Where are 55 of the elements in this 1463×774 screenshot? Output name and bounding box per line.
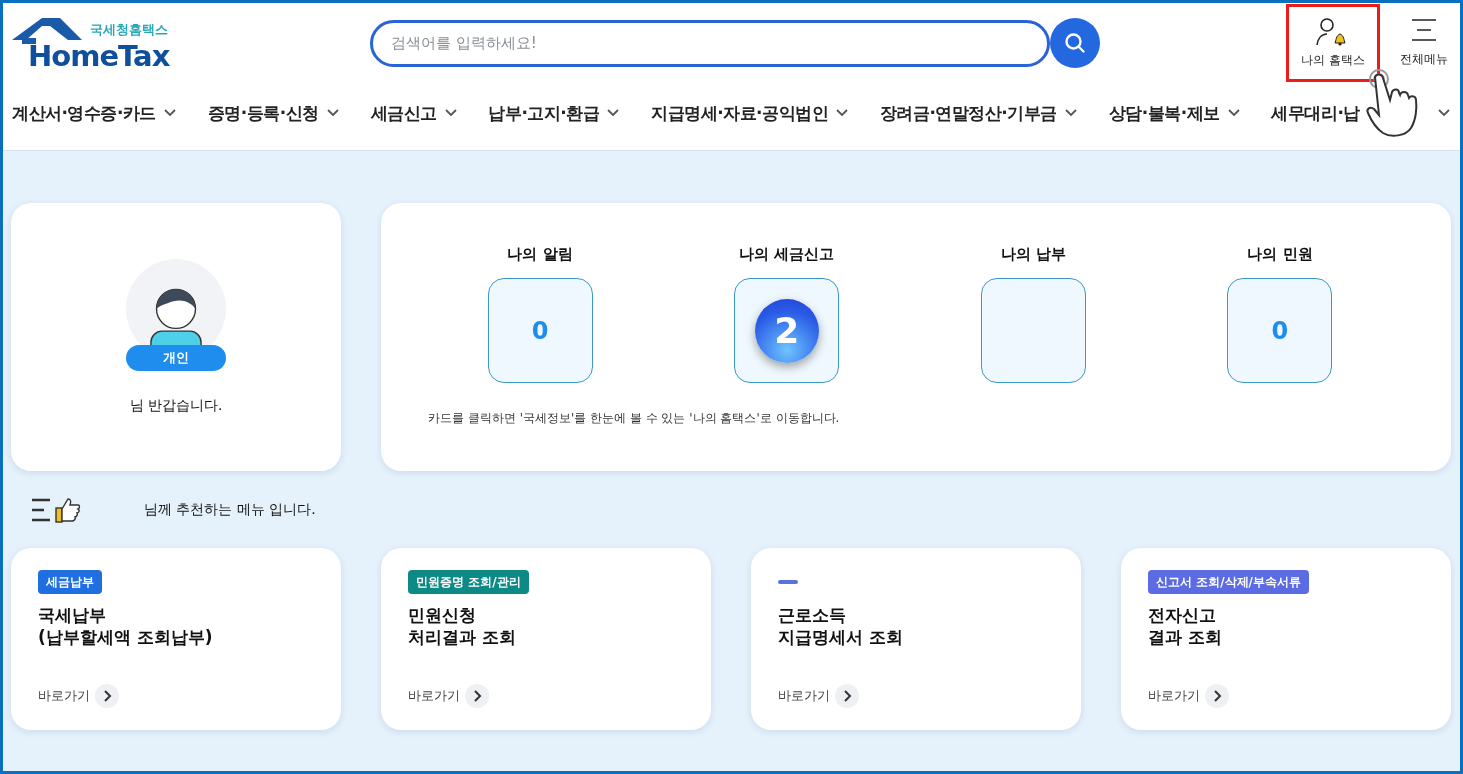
my-hometax-button[interactable]: 나의 홈택스: [1286, 4, 1380, 82]
shortcut-link[interactable]: 바로가기: [1148, 684, 1229, 708]
shortcut-link[interactable]: 바로가기: [778, 684, 859, 708]
nav-menu-item[interactable]: 납부·고지·환급: [488, 101, 620, 125]
greeting-text: 님 반갑습니다.: [129, 397, 223, 415]
card-title: 전자신고 결과 조회: [1148, 604, 1223, 649]
tile-title: 나의 납부: [1000, 245, 1066, 264]
menu-card[interactable]: 세금납부 국세납부 (납부할세액 조회납부) 바로가기: [11, 548, 341, 730]
menu-card[interactable]: 신고서 조회/삭제/부속서류 전자신고 결과 조회 바로가기: [1121, 548, 1451, 730]
tile-count: 0: [531, 316, 549, 345]
chevron-right-icon: [95, 684, 119, 708]
search-button[interactable]: [1050, 18, 1100, 68]
chevron-down-icon: [1437, 109, 1450, 117]
tile-title: 나의 세금신고: [739, 245, 835, 264]
menu-card[interactable]: 근로소득 지급명세서 조회 바로가기: [751, 548, 1081, 730]
summary-tile[interactable]: [980, 278, 1086, 383]
tile-count: 0: [1271, 316, 1289, 345]
search-field[interactable]: 검색어를 입력하세요!: [370, 19, 1050, 67]
category-tag: 세금납부: [38, 570, 102, 594]
user-type-badge: 개인: [126, 345, 226, 371]
tile-title: 나의 민원: [1247, 245, 1313, 264]
chevron-right-icon: [835, 684, 859, 708]
nav-menu-item[interactable]: 지급명세·자료·공익법인: [651, 101, 849, 125]
category-tag: 신고서 조회/삭제/부속서류: [1148, 570, 1309, 594]
shortcut-link[interactable]: 바로가기: [408, 684, 489, 708]
logo-subtitle: 국세청홈택스: [90, 21, 168, 39]
nav-menu-item[interactable]: 장려금·연말정산·기부금: [879, 101, 1077, 125]
card-title: 근로소득 지급명세서 조회: [778, 604, 904, 649]
chevron-down-icon: [163, 109, 176, 117]
logo-title[interactable]: HomeTax: [28, 39, 170, 73]
nav-menu-item[interactable]: 상담·불복·제보: [1108, 101, 1240, 125]
chevron-down-icon: [326, 109, 339, 117]
list-thumbs-up-icon: [31, 496, 81, 523]
tile-title: 나의 알림: [507, 245, 573, 264]
nav-menu-item[interactable]: 세금신고: [370, 101, 457, 125]
menu-card[interactable]: 민원증명 조회/관리 민원신청 처리결과 조회 바로가기: [381, 548, 711, 730]
menu-icon: [1411, 18, 1437, 41]
recommend-heading: 님께 추천하는 메뉴 입니다.: [144, 500, 316, 519]
chevron-down-icon: [1227, 109, 1240, 117]
nav-menu-item[interactable]: 증명·등록·신청: [207, 101, 339, 125]
shortcut-link[interactable]: 바로가기: [38, 684, 119, 708]
card-title: 국세납부 (납부할세액 조회납부): [38, 604, 214, 649]
chevron-down-icon: [444, 109, 457, 117]
category-tag: 민원증명 조회/관리: [408, 570, 529, 594]
chevron-right-icon: [1205, 684, 1229, 708]
chevron-down-icon: [836, 109, 849, 117]
chevron-down-icon: [1064, 109, 1077, 117]
search-icon: [1063, 31, 1087, 55]
count-badge: 2: [754, 298, 819, 363]
card-title: 민원신청 처리결과 조회: [408, 604, 517, 649]
nav-menu-item[interactable]: 계산서·영수증·카드: [12, 101, 176, 125]
chevron-right-icon: [465, 684, 489, 708]
chevron-down-icon: [607, 109, 620, 117]
nav-menu-item[interactable]: 세무대리·납: [1271, 101, 1450, 125]
info-note: 카드를 클릭하면 '국세정보'를 한눈에 볼 수 있는 '나의 홈택스'로 이동합니다.: [428, 410, 841, 427]
